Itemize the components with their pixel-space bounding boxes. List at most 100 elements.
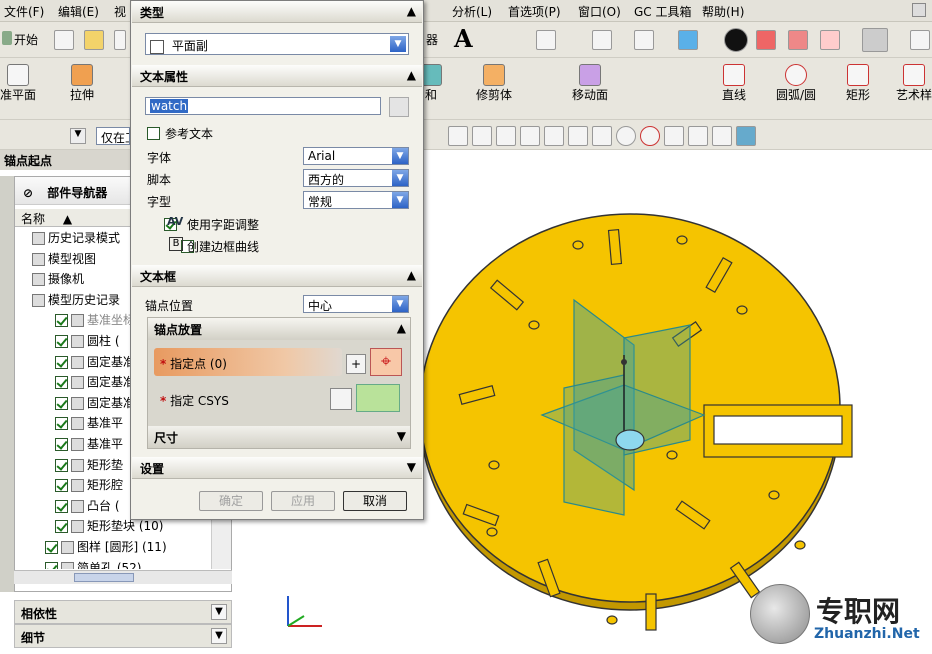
visibility-checkbox[interactable] xyxy=(55,314,68,328)
chevron-up-icon[interactable]: ▲ xyxy=(397,321,406,335)
start-menu-button[interactable]: 开始 xyxy=(14,31,38,48)
arc-circle-button[interactable]: 圆弧/圆 xyxy=(776,64,816,103)
csys-dialog-icon[interactable] xyxy=(330,388,352,410)
dependencies-panel[interactable]: 相依性 ▼ xyxy=(14,600,232,624)
visibility-checkbox[interactable] xyxy=(55,458,68,472)
chevron-down-icon[interactable]: ▼ xyxy=(392,296,408,312)
snap-arc-icon[interactable] xyxy=(592,126,612,146)
scope-filter-select[interactable]: 仅在工 xyxy=(96,127,130,145)
visibility-checkbox[interactable] xyxy=(55,520,68,534)
chevron-down-icon[interactable]: ▼ xyxy=(392,192,408,208)
details-panel[interactable]: 细节 ▼ xyxy=(14,624,232,648)
cancel-button[interactable]: 取消 xyxy=(343,491,407,511)
tree-row[interactable]: 简单孔 (52) xyxy=(19,559,231,569)
point-dialog-icon[interactable]: + xyxy=(346,354,366,374)
apply-button[interactable]: 应用 xyxy=(271,491,335,511)
visibility-checkbox[interactable] xyxy=(45,561,58,569)
chevron-down-icon[interactable]: ▼ xyxy=(407,460,416,474)
grid-icon[interactable] xyxy=(910,30,930,50)
navigator-pin-icon[interactable]: ⊘ xyxy=(23,186,33,200)
snap-midpoint-icon[interactable] xyxy=(472,126,492,146)
chevron-down-icon[interactable]: ▼ xyxy=(392,170,408,186)
font-select[interactable]: Arial ▼ xyxy=(303,147,409,165)
model-view[interactable] xyxy=(419,150,932,651)
filter-dropdown-icon[interactable]: ▼ xyxy=(70,128,86,144)
text-tool-icon[interactable]: A xyxy=(454,24,473,53)
symbol-icon[interactable] xyxy=(389,97,409,117)
new-file-icon[interactable] xyxy=(54,30,74,50)
text-input[interactable]: watch xyxy=(145,97,381,115)
menu-analysis[interactable]: 分析(L) xyxy=(452,3,492,20)
trim-body-button[interactable]: 修剪体 xyxy=(476,64,512,103)
snap-spline-icon[interactable] xyxy=(568,126,588,146)
red-cube-icon[interactable] xyxy=(756,30,776,50)
layer-icon[interactable] xyxy=(536,30,556,50)
visibility-checkbox[interactable] xyxy=(55,376,68,390)
menu-preferences[interactable]: 首选项(P) xyxy=(508,3,561,20)
shaded-cube-icon[interactable] xyxy=(678,30,698,50)
menu-file[interactable]: 文件(F) xyxy=(4,3,44,20)
visibility-checkbox[interactable] xyxy=(55,438,68,451)
menu-window[interactable]: 窗口(O) xyxy=(578,3,621,20)
extrude-button[interactable]: 拉伸 xyxy=(70,64,94,103)
rectangle-button[interactable]: 矩形 xyxy=(846,64,870,103)
move-face-button[interactable]: 移动面 xyxy=(572,64,608,103)
fit-view-icon[interactable] xyxy=(592,30,612,50)
ok-button[interactable]: 确定 xyxy=(199,491,263,511)
snap-point-icon[interactable] xyxy=(688,126,708,146)
snap-tangent-icon[interactable] xyxy=(520,126,540,146)
studio-spline-button[interactable]: 艺术样 xyxy=(896,64,932,103)
open-folder-icon[interactable] xyxy=(84,30,104,50)
inferred-point-icon[interactable]: ⌖ xyxy=(370,348,402,376)
snap-face-icon[interactable] xyxy=(712,126,732,146)
background-color-icon[interactable] xyxy=(862,28,888,52)
chevron-up-icon[interactable]: ▲ xyxy=(407,268,416,282)
chevron-down-icon[interactable]: ▼ xyxy=(397,429,406,443)
chevron-down-icon[interactable]: ▼ xyxy=(390,36,406,52)
snap-endpoint-icon[interactable] xyxy=(448,126,468,146)
chevron-down-icon[interactable]: ▼ xyxy=(392,148,408,164)
hscroll-thumb[interactable] xyxy=(74,573,134,582)
visibility-checkbox[interactable] xyxy=(55,335,68,348)
style-select[interactable]: 常规 ▼ xyxy=(303,191,409,209)
ref-text-checkbox[interactable] xyxy=(147,127,160,140)
snap-line-icon[interactable] xyxy=(496,126,516,146)
text-frame-header[interactable]: 文本框 ▲ xyxy=(132,265,422,287)
render-style-icon[interactable] xyxy=(634,30,654,50)
anchor-pos-select[interactable]: 中心 ▼ xyxy=(303,295,409,313)
visibility-checkbox[interactable] xyxy=(55,355,68,369)
anchor-place-header[interactable]: 锚点放置 ▲ xyxy=(148,318,410,340)
chevron-up-icon[interactable]: ▲ xyxy=(407,4,416,18)
red-cube-wire-icon[interactable] xyxy=(788,30,808,50)
visibility-checkbox[interactable] xyxy=(45,541,58,554)
chevron-up-icon[interactable]: ▲ xyxy=(407,68,416,82)
type-section-header[interactable]: 类型 ▲ xyxy=(132,1,422,23)
tree-hscroll[interactable] xyxy=(14,570,232,584)
chevron-down-icon[interactable]: ▼ xyxy=(211,604,227,620)
section-view-icon[interactable] xyxy=(724,28,748,52)
dynamic-csys-icon[interactable] xyxy=(356,384,400,412)
visibility-checkbox[interactable] xyxy=(55,479,68,493)
visibility-checkbox[interactable] xyxy=(55,499,68,513)
text-props-header[interactable]: 文本属性 ▲ xyxy=(132,65,422,87)
specify-csys-row[interactable]: * 指定 CSYS xyxy=(154,388,314,412)
snap-curve-icon[interactable] xyxy=(544,126,564,146)
menu-edit[interactable]: 编辑(E) xyxy=(58,3,99,20)
settings-header[interactable]: 设置 ▼ xyxy=(132,457,422,479)
tree-row[interactable]: 图样 [圆形] (11) xyxy=(19,538,231,558)
menu-help[interactable]: 帮助(H) xyxy=(702,3,744,20)
snap-body-icon[interactable] xyxy=(736,126,756,146)
dims-header[interactable]: 尺寸 ▼ xyxy=(148,426,410,448)
save-icon[interactable] xyxy=(114,30,126,50)
script-select[interactable]: 西方的 ▼ xyxy=(303,169,409,187)
specify-point-row[interactable]: * 指定点 (0) xyxy=(154,348,342,376)
visibility-checkbox[interactable] xyxy=(55,396,68,410)
tree-row[interactable]: 矩形垫块 (10) xyxy=(19,517,231,537)
window-restore-icon[interactable] xyxy=(912,3,926,17)
menu-gc-toolbox[interactable]: GC 工具箱 xyxy=(634,3,692,20)
chevron-down-icon[interactable]: ▼ xyxy=(211,628,227,644)
snap-cross-icon[interactable] xyxy=(664,126,684,146)
line-button[interactable]: 直线 xyxy=(722,64,746,103)
snap-quadrant-icon[interactable] xyxy=(640,126,660,146)
visibility-checkbox[interactable] xyxy=(55,417,68,431)
